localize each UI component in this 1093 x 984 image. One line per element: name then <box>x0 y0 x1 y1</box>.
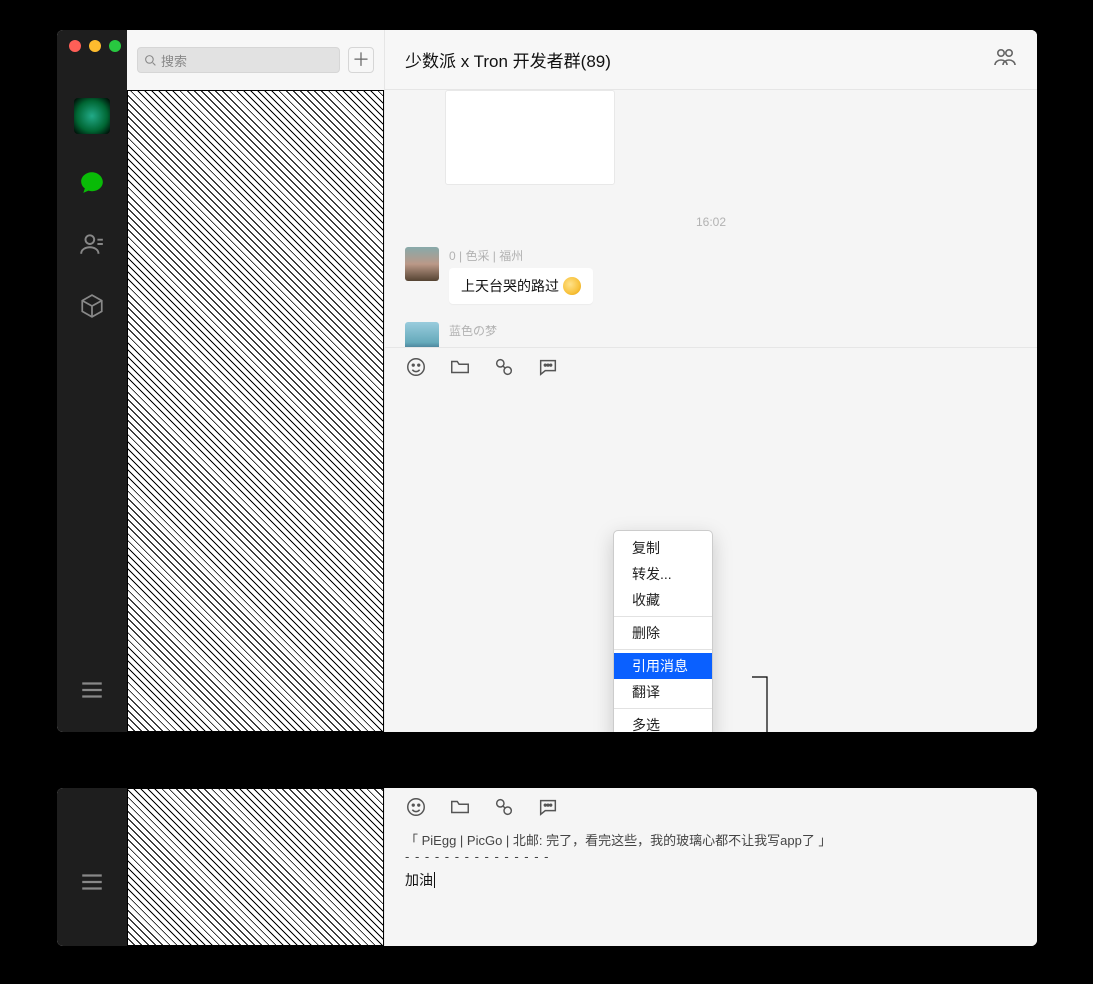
menu-icon[interactable] <box>78 868 106 896</box>
search-row: 搜索 ＋ <box>127 30 384 90</box>
emoji-icon[interactable] <box>405 796 427 818</box>
image-message[interactable] <box>445 90 615 185</box>
avatar[interactable] <box>405 322 439 347</box>
contacts-icon[interactable] <box>78 230 106 258</box>
avatar[interactable] <box>74 98 110 134</box>
chat-history-icon[interactable] <box>537 356 559 378</box>
conversation-list-placeholder[interactable] <box>127 788 384 946</box>
menu-quote[interactable]: 引用消息 <box>614 653 712 679</box>
salute-emoji-icon <box>563 277 581 295</box>
menu-separator <box>614 616 712 617</box>
message-bubble[interactable]: 上天台哭的路过 <box>449 268 593 304</box>
input-toolbar <box>385 347 1037 386</box>
new-chat-button[interactable]: ＋ <box>348 47 374 73</box>
timestamp: 16:02 <box>405 215 1017 229</box>
context-menu: 复制 转发... 收藏 删除 引用消息 翻译 多选 <box>613 530 713 732</box>
conversation-column <box>127 788 385 946</box>
minimize-dot[interactable] <box>89 40 101 52</box>
conversation-column: 搜索 ＋ <box>127 30 385 732</box>
chat-body[interactable]: 16:02 0 | 色采 | 福州 上天台哭的路过 蓝色の梦 <box>385 90 1037 347</box>
input-toolbar <box>385 788 1037 826</box>
menu-favorite[interactable]: 收藏 <box>614 587 712 613</box>
message-row: 0 | 色采 | 福州 上天台哭的路过 <box>405 247 1017 304</box>
chat-window-main: 搜索 ＋ 少数派 x Tron 开发者群(89) 16:02 0 | 色采 | … <box>57 30 1037 732</box>
window-controls <box>69 40 121 52</box>
chats-icon[interactable] <box>78 168 106 196</box>
chat-panel: 少数派 x Tron 开发者群(89) 16:02 0 | 色采 | 福州 上天… <box>385 30 1037 732</box>
menu-copy[interactable]: 复制 <box>614 535 712 561</box>
search-input[interactable]: 搜索 <box>137 47 340 73</box>
text-cursor <box>434 872 435 888</box>
menu-delete[interactable]: 删除 <box>614 620 712 646</box>
avatar[interactable] <box>405 247 439 281</box>
menu-translate[interactable]: 翻译 <box>614 679 712 705</box>
emoji-icon[interactable] <box>405 356 427 378</box>
menu-separator <box>614 708 712 709</box>
sender-name: 0 | 色采 | 福州 <box>449 247 593 264</box>
sender-name: 蓝色の梦 <box>449 322 551 339</box>
quote-separator: - - - - - - - - - - - - - - - <box>385 849 1037 864</box>
chat-header: 少数派 x Tron 开发者群(89) <box>385 30 1037 90</box>
group-members-icon[interactable] <box>993 45 1017 74</box>
nav-sidebar <box>57 30 127 732</box>
zoom-dot[interactable] <box>109 40 121 52</box>
quoted-text: 「 PiEgg | PicGo | 北邮: 完了，看完这些，我的玻璃心都不让我写… <box>385 826 1037 849</box>
screenshot-icon[interactable] <box>493 356 515 378</box>
chat-window-result: 「 PiEgg | PicGo | 北邮: 完了，看完这些，我的玻璃心都不让我写… <box>57 788 1037 946</box>
nav-sidebar <box>57 788 127 946</box>
close-dot[interactable] <box>69 40 81 52</box>
message-text: 上天台哭的路过 <box>461 276 559 296</box>
folder-icon[interactable] <box>449 356 471 378</box>
collections-icon[interactable] <box>78 292 106 320</box>
typed-text: 加油 <box>405 870 433 890</box>
text-input-area[interactable]: 加油 <box>385 864 1037 896</box>
message-row: 蓝色の梦 <box>405 322 1017 347</box>
menu-separator <box>614 649 712 650</box>
menu-icon[interactable] <box>78 676 106 704</box>
chat-title: 少数派 x Tron 开发者群(89) <box>405 47 611 72</box>
conversation-list-placeholder[interactable] <box>127 90 384 732</box>
folder-icon[interactable] <box>449 796 471 818</box>
menu-multiselect[interactable]: 多选 <box>614 712 712 732</box>
chat-panel: 「 PiEgg | PicGo | 北邮: 完了，看完这些，我的玻璃心都不让我写… <box>385 788 1037 946</box>
screenshot-icon[interactable] <box>493 796 515 818</box>
menu-forward[interactable]: 转发... <box>614 561 712 587</box>
chat-history-icon[interactable] <box>537 796 559 818</box>
search-placeholder: 搜索 <box>161 51 187 70</box>
sticker-message[interactable]: 我 很 开 心 <box>451 343 551 347</box>
